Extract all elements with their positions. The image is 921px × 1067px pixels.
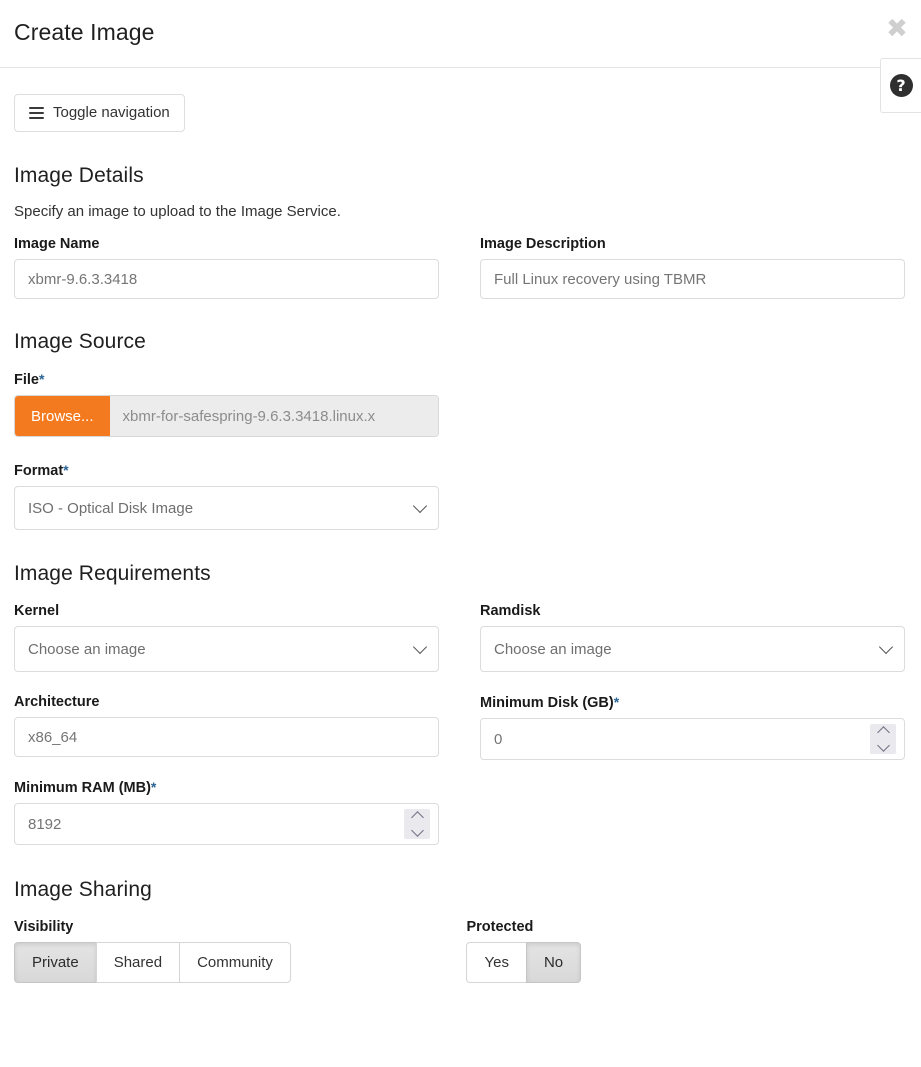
section-heading-image-source: Image Source [14, 330, 146, 353]
min-disk-label-text: Minimum Disk (GB) [480, 695, 614, 711]
chevron-up-icon [876, 726, 890, 739]
help-panel[interactable]: ? [880, 58, 921, 113]
image-details-left-column: Image Name [14, 236, 480, 299]
min-ram-field [14, 803, 439, 845]
format-select[interactable]: ISO - Optical Disk Image [14, 486, 439, 530]
sharing-left-column: Visibility Private Shared Community [14, 919, 466, 983]
visibility-label: Visibility [14, 919, 74, 935]
section-heading-image-details: Image Details [14, 164, 144, 187]
section-description-image-details: Specify an image to upload to the Image … [14, 203, 341, 220]
requirements-left-column: Kernel Choose an image Architecture Mini… [14, 603, 480, 845]
file-label: File* [14, 371, 907, 388]
min-disk-required-asterisk: * [613, 694, 620, 710]
section-heading-image-requirements: Image Requirements [14, 562, 211, 585]
image-name-label: Image Name [14, 236, 100, 252]
ramdisk-select[interactable]: Choose an image [480, 626, 905, 672]
min-disk-input[interactable] [480, 718, 905, 760]
image-description-input[interactable] [480, 259, 905, 299]
ramdisk-select-value: Choose an image [494, 640, 612, 658]
visibility-option-shared[interactable]: Shared [95, 942, 180, 983]
file-name-display: xbmr-for-safespring-9.6.3.3418.linux.x [109, 396, 438, 436]
visibility-option-community[interactable]: Community [179, 942, 291, 983]
page-title: Create Image [14, 19, 155, 45]
chevron-up-icon [410, 811, 424, 824]
format-required-asterisk: * [63, 462, 69, 478]
format-label-text: Format [14, 463, 64, 479]
min-ram-input[interactable] [14, 803, 439, 845]
chevron-down-icon [878, 639, 894, 655]
protected-label: Protected [466, 919, 534, 935]
section-heading-image-sharing: Image Sharing [14, 878, 152, 901]
chevron-down-icon [412, 498, 428, 514]
protected-option-yes[interactable]: Yes [466, 942, 526, 983]
min-disk-field [480, 718, 905, 760]
question-mark-icon: ? [889, 74, 913, 97]
chevron-down-icon [410, 824, 424, 837]
close-icon[interactable]: ✖ [885, 16, 909, 42]
image-details-right-column: Image Description [480, 236, 907, 299]
visibility-option-private[interactable]: Private [14, 942, 96, 983]
image-name-input[interactable] [14, 259, 439, 299]
min-ram-required-asterisk: * [150, 779, 157, 795]
min-disk-stepper[interactable] [870, 724, 896, 754]
min-ram-stepper[interactable] [404, 809, 430, 839]
modal-header: Create Image ✖ [0, 0, 921, 68]
toggle-navigation-button[interactable]: Toggle navigation [14, 94, 185, 132]
min-ram-label-text: Minimum RAM (MB) [14, 780, 151, 796]
image-description-label: Image Description [480, 236, 606, 252]
visibility-button-group[interactable]: Private Shared Community [14, 942, 291, 983]
protected-button-group[interactable]: Yes No [466, 942, 582, 983]
kernel-select[interactable]: Choose an image [14, 626, 439, 672]
chevron-down-icon [412, 639, 428, 655]
protected-option-no[interactable]: No [525, 942, 582, 983]
requirements-right-column: Ramdisk Choose an image Minimum Disk (GB… [480, 603, 907, 845]
create-image-modal: Create Image ✖ ? Toggle navigation Image… [0, 0, 921, 1067]
min-disk-label: Minimum Disk (GB)* [480, 694, 907, 711]
format-select-value: ISO - Optical Disk Image [28, 499, 194, 517]
file-picker[interactable]: Browse... xbmr-for-safespring-9.6.3.3418… [14, 395, 439, 437]
kernel-select-value: Choose an image [28, 640, 146, 658]
toggle-navigation-label: Toggle navigation [53, 104, 170, 121]
kernel-label: Kernel [14, 603, 60, 619]
modal-body: Toggle navigation Image Details Specify … [0, 68, 921, 983]
hamburger-icon [29, 106, 44, 119]
architecture-input[interactable] [14, 717, 439, 757]
chevron-down-icon [876, 739, 890, 752]
sharing-right-column: Protected Yes No [466, 919, 907, 983]
ramdisk-label: Ramdisk [480, 603, 541, 619]
format-label: Format* [14, 462, 907, 479]
file-label-text: File [14, 372, 39, 388]
browse-button[interactable]: Browse... [15, 396, 110, 436]
architecture-label: Architecture [14, 694, 100, 710]
file-required-asterisk: * [38, 371, 45, 387]
min-ram-label: Minimum RAM (MB)* [14, 779, 439, 796]
